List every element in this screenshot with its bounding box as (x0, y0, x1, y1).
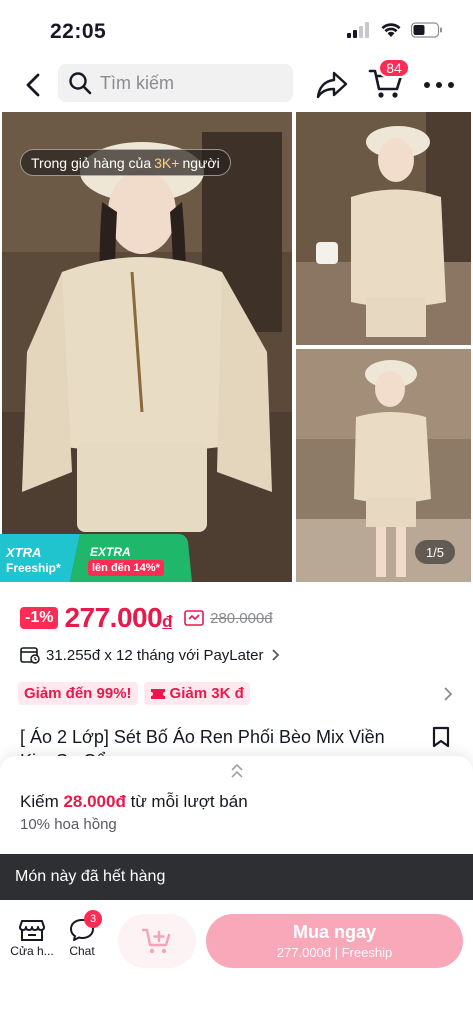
xtra-label: XTRA (6, 545, 42, 560)
header: Tìm kiếm 84 (0, 58, 473, 112)
freeship-label: Freeship* (6, 561, 61, 575)
voucher-row: Giảm đến 99%! Giảm 3K đ (18, 682, 250, 705)
battery-icon (411, 22, 442, 38)
search-icon (69, 72, 92, 95)
paylater-row[interactable]: 31.255đ x 12 tháng với PayLater (20, 646, 280, 664)
chevron-right-icon (271, 649, 279, 661)
sold-out-notice: Món này đã hết hàng (0, 854, 473, 900)
affiliate-earn-sheet[interactable]: Kiếm 28.000đ từ mỗi lượt bán 10% hoa hồn… (0, 756, 473, 854)
add-cart-icon (142, 928, 171, 954)
home-indicator-area (0, 984, 473, 1024)
paylater-icon (20, 647, 40, 664)
product-photo-main[interactable] (2, 112, 292, 582)
coupon-icon (184, 610, 204, 626)
commission-rate: 10% hoa hồng (20, 816, 117, 833)
voucher-discount-3k[interactable]: Giảm 3K đ (143, 682, 250, 705)
product-photo-2[interactable] (296, 112, 471, 345)
voucher-label: Giảm đến 99%! (24, 685, 132, 702)
status-icons (347, 22, 443, 38)
search-input[interactable]: Tìm kiếm (58, 64, 293, 102)
extra-label: EXTRA (90, 545, 131, 559)
earn-prefix: Kiếm (20, 792, 59, 811)
add-to-cart-button[interactable] (118, 914, 196, 968)
chevron-up-icon[interactable] (229, 762, 245, 780)
earn-suffix: từ mỗi lượt bán (130, 792, 248, 811)
chat-unread-badge: 3 (84, 910, 102, 928)
paylater-text: 31.255đ x 12 tháng với PayLater (46, 646, 264, 664)
promo-banner[interactable]: XTRA Freeship* EXTRA lên đến 14%* (0, 534, 192, 582)
product-title: [ Áo 2 Lớp] Sét Bố Áo Ren Phối Bèo Mix V… (20, 727, 385, 757)
share-icon[interactable] (315, 69, 349, 101)
shop-button[interactable]: Cửa h... (8, 918, 56, 958)
price-amount: 277.000 (64, 602, 163, 633)
gallery-page-indicator: 1/5 (415, 540, 455, 564)
shop-label: Cửa h... (10, 944, 54, 958)
product-gallery[interactable]: Trong giỏ hàng của 3K+ người 1/5 (0, 112, 473, 584)
cart-count-badge: 84 (378, 58, 410, 78)
voucher-discount-99[interactable]: Giảm đến 99%! (18, 682, 138, 705)
tooltip-suffix: người (182, 154, 220, 171)
price-currency: đ (162, 612, 173, 631)
wifi-icon (381, 23, 401, 37)
extra-discount-label: lên đến 14%* (88, 560, 164, 576)
current-price: 277.000đ (64, 602, 172, 634)
buy-now-subtext: 277.000đ | Freeship (276, 945, 393, 960)
bottom-action-bar: Cửa h... Chat 3 Mua ngay 277.000đ | Free… (0, 900, 473, 984)
bookmark-icon[interactable] (432, 726, 450, 748)
voucher-label: Giảm 3K đ (169, 685, 244, 702)
more-icon[interactable] (424, 72, 454, 98)
signal-icon (347, 22, 369, 38)
original-price: 280.000đ (210, 609, 273, 627)
tooltip-count: 3K+ (154, 154, 180, 171)
earn-line: Kiếm 28.000đ từ mỗi lượt bán (20, 792, 248, 812)
chat-label: Chat (69, 944, 95, 958)
tooltip-prefix: Trong giỏ hàng của (31, 154, 152, 171)
search-placeholder: Tìm kiếm (100, 72, 174, 93)
voucher-chevron-icon[interactable] (443, 686, 453, 702)
buy-now-label: Mua ngay (292, 922, 376, 942)
in-cart-tooltip: Trong giỏ hàng của 3K+ người (20, 149, 231, 176)
status-bar: 22:05 (0, 0, 473, 58)
earn-amount: 28.000đ (63, 792, 126, 811)
status-time: 22:05 (50, 20, 107, 43)
discount-badge: -1% (20, 607, 59, 629)
shop-icon (19, 920, 45, 941)
back-icon[interactable] (18, 70, 48, 100)
price-row: -1% 277.000đ 280.000đ (20, 602, 273, 634)
voucher-icon (150, 688, 165, 699)
buy-now-button[interactable]: Mua ngay 277.000đ | Freeship (206, 914, 463, 968)
